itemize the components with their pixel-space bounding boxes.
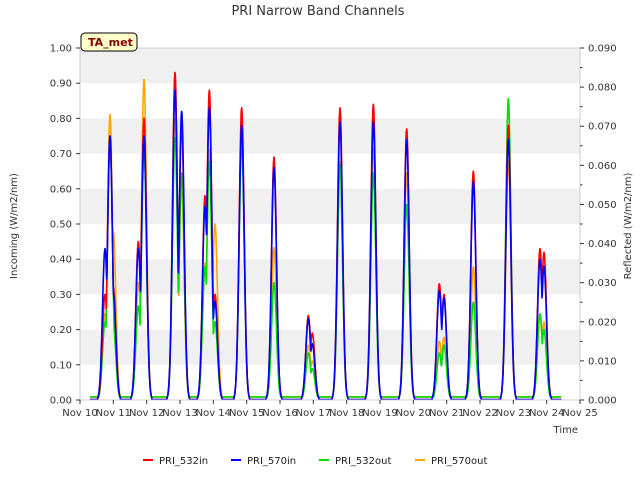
legend: PRI_532in PRI_570in PRI_532out PRI_570out (143, 456, 487, 467)
y2-tick-label: 0.040 (588, 239, 617, 250)
y2-tick-label: 0.030 (588, 278, 617, 289)
y-tick-label: 0.90 (50, 79, 72, 90)
y-tick-label: 0.60 (50, 184, 72, 195)
y2-tick-label: 0.000 (588, 396, 617, 407)
x-tick-label: Nov 22 (462, 408, 497, 419)
x-tick-label: Nov 20 (396, 408, 431, 419)
y-tick-label: 0.40 (50, 255, 72, 266)
badge-label: TA_met (88, 36, 133, 49)
grid-band (80, 188, 580, 224)
x-tick-label: Nov 24 (529, 408, 564, 419)
grid-band (80, 118, 580, 154)
x-tick-label: Nov 10 (62, 408, 97, 419)
y2-tick-label: 0.050 (588, 200, 617, 211)
x-tick-label: Nov 13 (162, 408, 197, 419)
x-tick-label: Nov 16 (262, 408, 297, 419)
y-axis-right: 0.000 0.010 0.020 0.030 0.040 0.050 0.060 0.070… (580, 44, 617, 407)
x-tick-label: Nov 21 (429, 408, 464, 419)
y2-tick-label: 0.090 (588, 44, 617, 55)
y-tick-label: 0.00 (50, 396, 72, 407)
x-tick-label: Nov 14 (196, 408, 231, 419)
y-tick-label: 0.70 (50, 149, 72, 160)
x-tick-label: Nov 23 (496, 408, 531, 419)
y-tick-label: 0.20 (50, 325, 72, 336)
x-tick-label: Nov 19 (362, 408, 397, 419)
y2-tick-label: 0.020 (588, 317, 617, 328)
pri-chart: Nov 10Nov 11Nov 12Nov 13Nov 14Nov 15Nov … (9, 4, 634, 467)
x-tick-label: Nov 15 (229, 408, 264, 419)
y-tick-label: 0.80 (50, 114, 72, 125)
legend-label: PRI_570out (431, 456, 487, 467)
y-axis-title: Incoming (W/m2/nm) (9, 173, 20, 279)
y-axis-left: 0.00 0.10 0.20 0.30 0.40 0.50 0.60 0.70 0.80 0.90… (50, 44, 80, 407)
chart-title: PRI Narrow Band Channels (231, 4, 404, 19)
x-tick-label: Nov 11 (96, 408, 131, 419)
ta-met-badge: TA_met (80, 32, 138, 52)
x-tick-label: Nov 12 (129, 408, 164, 419)
y2-axis-title: Reflected (W/m2/nm) (623, 172, 634, 279)
legend-label: PRI_570in (247, 456, 296, 467)
x-tick-label: Nov 18 (329, 408, 364, 419)
legend-label: PRI_532out (335, 456, 391, 467)
y-tick-label: 0.30 (50, 290, 72, 301)
grid-band (80, 48, 580, 84)
y-tick-label: 0.50 (50, 220, 72, 231)
x-axis-title: Time (553, 425, 578, 436)
y2-tick-label: 0.010 (588, 356, 617, 367)
y-tick-label: 0.10 (50, 360, 72, 371)
y-tick-label: 1.00 (50, 44, 72, 55)
y2-tick-label: 0.080 (588, 83, 617, 94)
y2-tick-label: 0.070 (588, 122, 617, 133)
x-tick-label: Nov 25 (562, 408, 597, 419)
y2-tick-label: 0.060 (588, 161, 617, 172)
x-axis: Nov 10Nov 11Nov 12Nov 13Nov 14Nov 15Nov … (62, 400, 598, 419)
x-tick-label: Nov 17 (296, 408, 331, 419)
legend-label: PRI_532in (159, 456, 208, 467)
